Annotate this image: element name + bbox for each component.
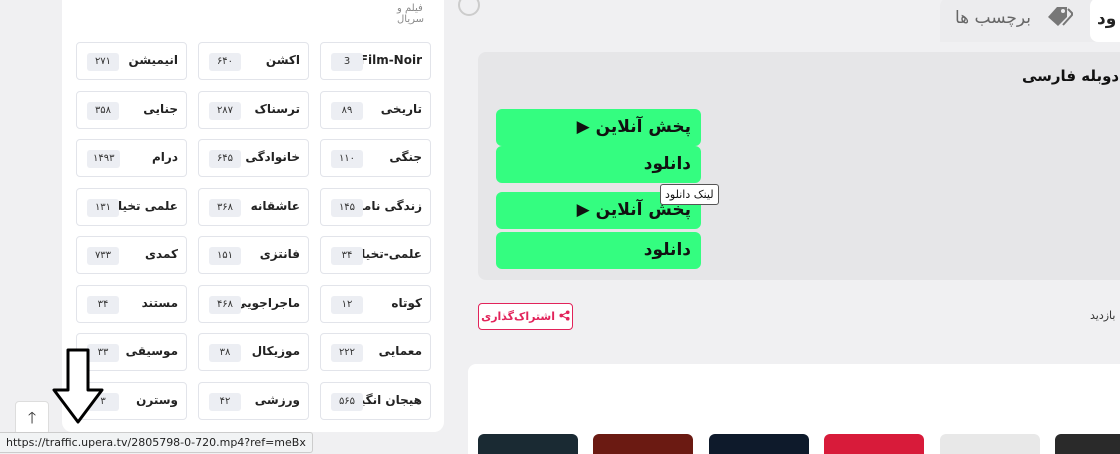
download-button[interactable]: دانلود [496, 232, 701, 269]
related-thumbnail[interactable] [593, 434, 693, 454]
genre-name: ترسناک [254, 101, 300, 116]
genre-name: ورزشی [254, 392, 300, 407]
genre-name: خانوادگی [245, 150, 300, 164]
genre-item[interactable]: مستند ۳۴ [76, 284, 187, 323]
genre-name: هیجان انگیز [353, 392, 422, 407]
genre-name: اکشن [265, 53, 300, 67]
genre-name: معمایی [378, 344, 422, 358]
download-link-tooltip: لینک دانلود [660, 184, 719, 205]
genre-count-badge: ۱۲ [331, 295, 363, 314]
related-thumbnail[interactable] [709, 434, 809, 454]
play-online-button[interactable]: ▶ پخش آنلاین [496, 109, 701, 146]
genre-item[interactable]: ورزشی ۴۲ [198, 381, 309, 420]
genre-count-badge: ۲۸۷ [209, 101, 241, 120]
genre-count-badge: ۴۲ [209, 392, 241, 411]
genre-name: انیمیشن [128, 53, 178, 67]
genre-item[interactable]: Film-Noir 3 [320, 42, 431, 80]
genre-count-badge: ۳۸ [209, 344, 241, 362]
genre-item[interactable]: معمایی ۲۲۲ [320, 333, 431, 371]
film-icon [458, 0, 480, 16]
genre-item[interactable]: تاریخی ۸۹ [320, 90, 431, 129]
genre-item[interactable]: خانوادگی ۶۴۵ [198, 139, 309, 177]
genre-item[interactable]: انیمیشن ۲۷۱ [76, 42, 187, 80]
genre-item[interactable]: عاشقانه ۳۶۸ [198, 187, 309, 226]
genre-name: موزیکال [251, 344, 300, 358]
genre-item[interactable]: هیجان انگیز ۵۶۵ [320, 381, 431, 420]
panel-header-label: فیلم و سریال [397, 3, 424, 25]
genre-name: کمدی [145, 247, 178, 261]
related-thumbnail[interactable] [824, 434, 924, 454]
genre-name: جنایی [143, 101, 178, 116]
genre-name: عاشقانه [250, 198, 300, 213]
visits-label: بازدید [1090, 309, 1116, 322]
genre-item[interactable]: درام ۱۴۹۳ [76, 139, 187, 177]
genre-name: جنگی [389, 150, 422, 164]
genre-count-badge: ۵۶۵ [331, 392, 363, 411]
status-bar-url: https://traffic.upera.tv/2805798-0-720.m… [0, 432, 313, 453]
genre-count-badge: ۱۳۱ [87, 198, 119, 217]
genre-item[interactable]: جنایی ۳۵۸ [76, 90, 187, 129]
genre-name: ماجراجویی [235, 295, 300, 310]
genre-name: مستند [141, 295, 178, 310]
dub-section-title: د دوبله فارسی [1022, 67, 1120, 85]
genre-name: کوتاه [391, 295, 422, 310]
genre-item[interactable]: زندگی نامه ۱۴۵ [320, 187, 431, 226]
tags-icon [1048, 7, 1073, 26]
genre-count-badge: ۳۴ [331, 247, 363, 265]
genre-count-badge: ۱۴۹۳ [87, 150, 121, 168]
genre-name: درام [152, 150, 178, 164]
arrow-up-icon: 🡑 [27, 408, 37, 427]
genre-count-badge: ۱۴۵ [331, 198, 363, 217]
genre-item[interactable]: کمدی ۷۳۳ [76, 236, 187, 274]
tab-download[interactable]: ود [1097, 9, 1116, 29]
genre-count-badge: ۶۴۵ [209, 150, 241, 168]
genre-name: فانتزی [259, 247, 300, 261]
genre-count-badge: ۶۴۰ [209, 53, 241, 71]
genres-panel: فیلم و سریال Film-Noir 3 اکشن ۶۴۰ انیمیشن ۲۷۱… [62, 0, 480, 432]
genre-item[interactable]: جنگی ۱۱۰ [320, 139, 431, 177]
genre-count-badge: ۸۹ [331, 101, 363, 120]
genre-name: Film-Noir [359, 53, 422, 67]
related-thumbnail[interactable] [478, 434, 578, 454]
genre-item[interactable]: ماجراجویی ۴۶۸ [198, 284, 309, 323]
genre-item[interactable]: علمی تخیلی ۱۳۱ [76, 187, 187, 226]
share-button[interactable]: اشتراک‌گذاری [478, 303, 573, 330]
genre-name: موسیقی [125, 344, 178, 358]
genre-name: تاریخی [380, 101, 422, 116]
genre-count-badge: ۲۷۱ [87, 53, 119, 71]
download-button[interactable]: دانلود [496, 146, 701, 183]
genre-item[interactable]: فانتزی ۱۵۱ [198, 236, 309, 274]
genre-count-badge: ۲۲۲ [331, 344, 363, 362]
genre-count-badge: ۳۶۸ [209, 198, 241, 217]
scroll-to-top-button[interactable]: 🡑 [15, 401, 49, 435]
genre-item[interactable]: کوتاه ۱۲ [320, 284, 431, 323]
genre-item[interactable]: موزیکال ۳۸ [198, 333, 309, 371]
genre-count-badge: ۷۳۳ [87, 247, 119, 265]
genre-name: زندگی نامه [356, 198, 422, 213]
genre-count-badge: ۱۵۱ [209, 247, 241, 265]
share-icon [559, 310, 570, 321]
genre-count-badge: ۴۶۸ [209, 295, 241, 314]
tab-tags[interactable]: برچسب ها [955, 8, 1031, 28]
genre-count-badge: 3 [331, 53, 363, 71]
genre-count-badge: ۱۱۰ [331, 150, 363, 168]
genre-count-badge: ۳۵۸ [87, 101, 119, 120]
related-thumbnail[interactable] [1055, 434, 1120, 454]
genre-name: وسترن [136, 392, 178, 407]
genre-item[interactable]: علمی-تخیلی ۳۴ [320, 236, 431, 274]
genre-item[interactable]: اکشن ۶۴۰ [198, 42, 309, 80]
genre-item[interactable]: ترسناک ۲۸۷ [198, 90, 309, 129]
down-arrow-annotation [52, 348, 104, 424]
related-thumbnail[interactable] [940, 434, 1040, 454]
share-label: اشتراک‌گذاری [481, 310, 556, 323]
genre-count-badge: ۳۴ [87, 295, 119, 314]
